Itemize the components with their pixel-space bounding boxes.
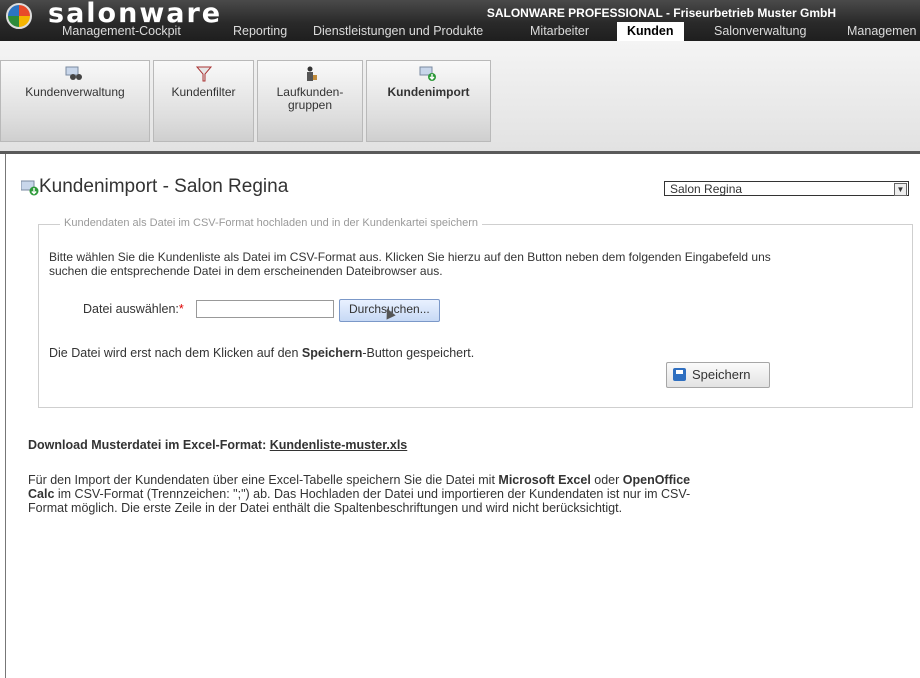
main-nav: Management-Cockpit Reporting Dienstleist… [0,22,920,41]
save-button-label: Speichern [692,367,751,382]
page-title: Kundenimport - Salon Regina [39,176,289,197]
nav-dienstleistungen[interactable]: Dienstleistungen und Produkte [313,24,483,38]
import-icon [419,66,436,81]
tile-kundenverwaltung[interactable]: Kundenverwaltung [0,60,150,142]
save-note-text-end: -Button gespeichert. [362,346,475,360]
file-field-label: Datei auswählen:* [83,302,184,316]
save-disk-icon [673,368,686,381]
filter-icon [195,66,212,82]
nav-mitarbeiter[interactable]: Mitarbeiter [530,24,589,38]
tile-kundenfilter[interactable]: Kundenfilter [153,60,254,142]
info-text-1: Für den Import der Kundendaten über eine… [28,473,499,487]
download-sample: Download Musterdatei im Excel-Format: Ku… [28,438,407,452]
upload-fieldset: Kundendaten als Datei im CSV-Format hoch… [38,217,913,408]
download-link[interactable]: Kundenliste-muster.xls [270,438,408,452]
upload-legend: Kundendaten als Datei im CSV-Format hoch… [60,217,482,229]
save-note: Die Datei wird erst nach dem Klicken auf… [49,346,474,360]
nav-reporting[interactable]: Reporting [233,24,287,38]
salon-select-value: Salon Regina [670,182,743,196]
nav-management-cockpit[interactable]: Management-Cockpit [62,24,181,38]
tile-label: Kundenfilter [171,85,236,99]
file-path-input[interactable] [196,300,334,318]
tile-laufkundengruppen[interactable]: Laufkunden- gruppen [257,60,363,142]
nav-management[interactable]: Managemen [847,24,917,38]
nav-salonverwaltung[interactable]: Salonverwaltung [714,24,806,38]
upload-instructions: Bitte wählen Sie die Kundenliste als Dat… [49,250,771,278]
app-header: salonware SALONWARE PROFESSIONAL - Frise… [0,0,920,41]
file-label-text: Datei auswählen: [83,302,179,316]
left-border [5,154,6,678]
info-text-2: oder [590,473,623,487]
info-excel: Microsoft Excel [498,473,591,487]
info-text-3: im CSV-Format (Trennzeichen: ";") ab. Da… [28,487,691,515]
nav-kunden[interactable]: Kunden [617,22,684,41]
tile-label: Laufkunden- gruppen [276,85,344,112]
sub-toolbar: Kundenverwaltung Kundenfilter Laufkunden… [0,41,920,154]
save-button[interactable]: Speichern [666,362,770,388]
required-mark: * [178,302,184,316]
tile-label: Kundenverwaltung [25,85,125,99]
walking-customer-icon [307,66,317,81]
download-label: Download Musterdatei im Excel-Format: [28,438,270,452]
salon-select[interactable]: Salon Regina ▼ [664,181,909,196]
dropdown-arrow-icon[interactable]: ▼ [894,183,907,196]
import-info: Für den Import der Kundendaten über eine… [28,473,718,515]
tile-label: Kundenimport [387,85,470,99]
company-name: SALONWARE PROFESSIONAL - Friseurbetrieb … [486,6,836,20]
kundenimport-icon [21,180,39,196]
save-note-text: Die Datei wird erst nach dem Klicken auf… [49,346,302,360]
save-note-bold: Speichern [301,346,363,360]
binoculars-icon [65,66,82,80]
tile-kundenimport[interactable]: Kundenimport [366,60,491,142]
